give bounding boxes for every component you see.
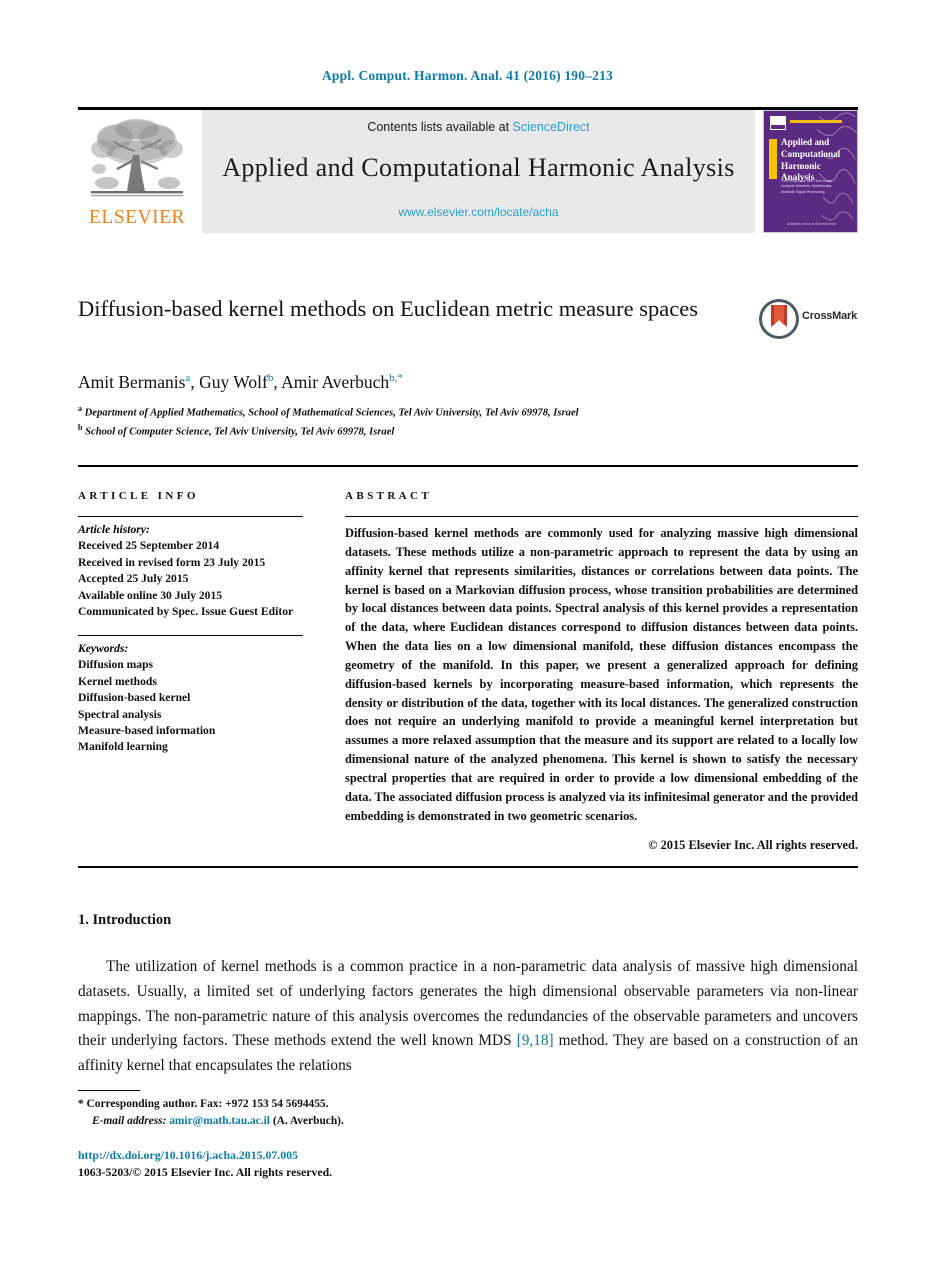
article-info-column: ARTICLE INFO Article history: Received 2… xyxy=(78,490,303,756)
sciencedirect-link[interactable]: ScienceDirect xyxy=(513,120,590,134)
cover-elsevier-mark xyxy=(770,116,786,130)
keywords-block: Keywords: Diffusion maps Kernel methods … xyxy=(78,641,303,756)
affiliation-a: a Department of Applied Mathematics, Sch… xyxy=(78,403,718,421)
email-suffix: (A. Averbuch). xyxy=(272,1115,344,1128)
crossmark-label: CrossMark xyxy=(802,310,858,322)
keyword-item: Measure-based information xyxy=(78,723,216,737)
article-history-label: Article history: xyxy=(78,523,150,536)
history-item: Accepted 25 July 2015 xyxy=(78,572,189,586)
elsevier-wordmark: ELSEVIER xyxy=(88,207,186,228)
crossmark-badge[interactable]: CrossMark xyxy=(758,298,862,340)
contents-prefix: Contents lists available at xyxy=(367,120,513,134)
affiliation-text-a: Department of Applied Mathematics, Schoo… xyxy=(84,407,579,419)
footnote-block: * Corresponding author. Fax: +972 153 54… xyxy=(78,1096,678,1130)
history-item: Available online 30 July 2015 xyxy=(78,588,223,602)
page-title: Diffusion-based kernel methods on Euclid… xyxy=(78,296,699,321)
affiliation-marker-b: b xyxy=(78,422,83,432)
keyword-item: Diffusion maps xyxy=(78,658,154,672)
keyword-item: Manifold learning xyxy=(78,740,168,754)
abstract-divider xyxy=(345,516,858,517)
citation-link[interactable]: [9,18] xyxy=(517,1032,554,1049)
abstract-heading: ABSTRACT xyxy=(345,490,433,502)
cover-subtitle: Time-frequency and Time-Scale Analysis W… xyxy=(781,179,833,194)
article-history-list: Received 25 September 2014 Received in r… xyxy=(78,538,303,620)
section-title-introduction: 1. Introduction xyxy=(78,912,172,928)
keywords-list: Diffusion maps Kernel methods Diffusion-… xyxy=(78,657,303,756)
divider-above-info xyxy=(78,465,858,467)
crossmark-icon xyxy=(759,299,799,339)
elsevier-tree-icon xyxy=(91,119,183,197)
cover-side-accent xyxy=(769,139,777,179)
cover-title: Applied and Computational Harmonic Analy… xyxy=(781,137,841,183)
keyword-item: Spectral analysis xyxy=(78,707,162,721)
contents-line: Contents lists available at ScienceDirec… xyxy=(202,110,755,134)
corresponding-author-note: * Corresponding author. Fax: +972 153 54… xyxy=(78,1098,329,1110)
elsevier-logo: ELSEVIER xyxy=(78,110,196,233)
info-divider xyxy=(78,516,303,517)
paper-page: Appl. Comput. Harmon. Anal. 41 (2016) 19… xyxy=(0,0,935,1266)
email-label: E-mail address: xyxy=(92,1115,167,1128)
cover-footer: Available online at ScienceDirect xyxy=(786,222,837,226)
history-item: Received 25 September 2014 xyxy=(78,539,220,553)
journal-url[interactable]: www.elsevier.com/locate/acha xyxy=(202,205,755,219)
affiliations: a Department of Applied Mathematics, Sch… xyxy=(78,403,718,441)
introduction-paragraph: The utilization of kernel methods is a c… xyxy=(78,955,858,1079)
keyword-item: Kernel methods xyxy=(78,674,157,688)
journal-cover-thumbnail[interactable]: Applied and Computational Harmonic Analy… xyxy=(763,110,858,233)
doi-link[interactable]: http://dx.doi.org/10.1016/j.acha.2015.07… xyxy=(78,1147,678,1164)
issn-copyright: 1063-5203/© 2015 Elsevier Inc. All right… xyxy=(78,1165,333,1180)
abstract-copyright: © 2015 Elsevier Inc. All rights reserved… xyxy=(648,837,858,852)
journal-running-head: Appl. Comput. Harmon. Anal. 41 (2016) 19… xyxy=(321,68,614,83)
footnote-divider xyxy=(78,1090,140,1091)
journal-masthead: ELSEVIER Contents lists available at Sci… xyxy=(78,107,858,233)
author-list: Amit Bermanisa, Guy Wolfb, Amir Averbuch… xyxy=(78,372,403,392)
affiliation-text-b: School of Computer Science, Tel Aviv Uni… xyxy=(85,426,395,438)
keywords-label: Keywords: xyxy=(78,641,129,655)
journal-name: Applied and Computational Harmonic Analy… xyxy=(222,153,735,182)
history-item: Communicated by Spec. Issue Guest Editor xyxy=(78,605,294,619)
email-link[interactable]: amir@math.tau.ac.il xyxy=(169,1115,270,1127)
doi-block: http://dx.doi.org/10.1016/j.acha.2015.07… xyxy=(78,1147,678,1182)
article-info-heading: ARTICLE INFO xyxy=(78,490,199,502)
abstract-column: ABSTRACT Diffusion-based kernel methods … xyxy=(345,490,858,853)
history-item: Received in revised form 23 July 2015 xyxy=(78,555,266,569)
journal-banner: Contents lists available at ScienceDirec… xyxy=(202,110,755,233)
divider-below-abstract xyxy=(78,866,858,868)
cover-accent-bar xyxy=(790,120,842,123)
keywords-divider xyxy=(78,634,303,636)
abstract-text: Diffusion-based kernel methods are commo… xyxy=(345,526,858,823)
email-note: E-mail address: amir@math.tau.ac.il (A. … xyxy=(78,1113,678,1130)
affiliation-b: b School of Computer Science, Tel Aviv U… xyxy=(78,422,718,440)
keyword-item: Diffusion-based kernel xyxy=(78,691,191,705)
affiliation-marker-a: a xyxy=(78,404,82,413)
